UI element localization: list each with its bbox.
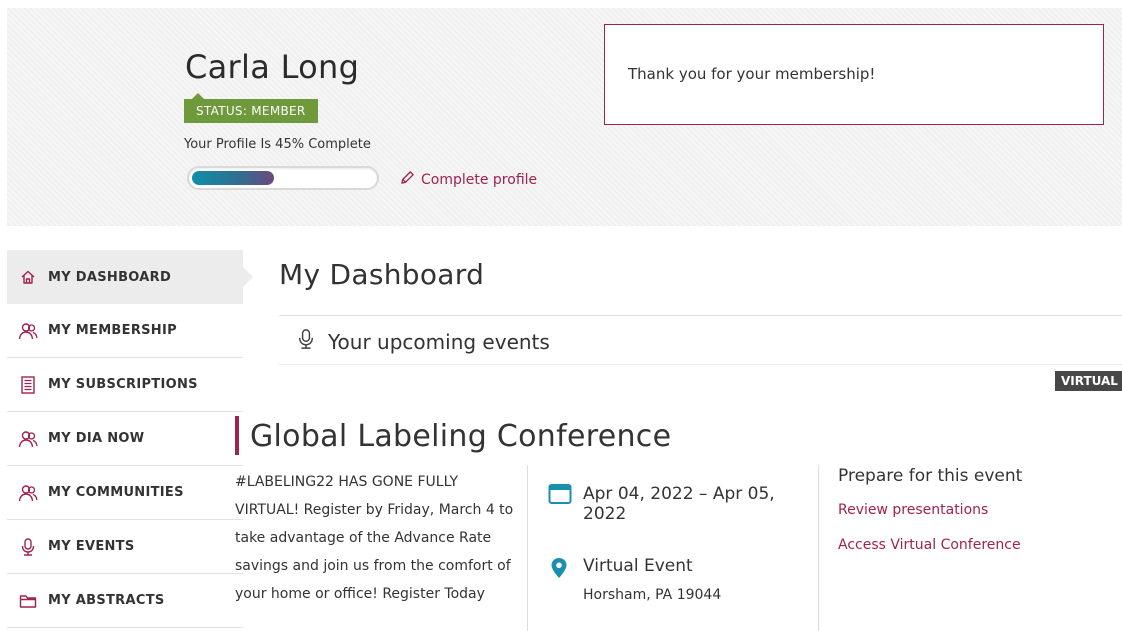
sidebar-item-subscriptions[interactable]: MY SUBSCRIPTIONS [7,358,243,412]
profile-progress-fill [192,171,274,185]
thank-you-message: Thank you for your membership! [628,65,876,83]
column-divider [818,465,819,631]
profile-completion-text: Your Profile Is 45% Complete [184,137,371,152]
people-icon [18,483,38,503]
event-address: Horsham, PA 19044 [583,587,722,603]
sidebar-item-abstracts[interactable]: MY ABSTRACTS [7,574,243,628]
sidebar-item-events[interactable]: MY EVENTS [7,520,243,574]
sidebar-nav: MY DASHBOARD MY MEMBERSHIP MY SUBSCRIPTI… [7,250,253,628]
sidebar-item-dia-now[interactable]: MY DIA NOW [7,412,243,466]
profile-progress-bar [187,166,379,190]
location-pin-icon [550,557,568,583]
access-virtual-conference-link[interactable]: Access Virtual Conference [838,537,1021,553]
sidebar-item-membership[interactable]: MY MEMBERSHIP [7,304,243,358]
prepare-heading: Prepare for this event [838,466,1023,486]
sidebar-item-label: MY DASHBOARD [48,269,172,285]
page-title: My Dashboard [279,258,485,291]
event-date: Apr 04, 2022 – Apr 05, 2022 [583,484,775,524]
member-name: Carla Long [185,48,360,86]
calendar-icon [548,483,572,509]
sidebar-item-label: MY SUBSCRIPTIONS [48,377,198,392]
review-presentations-link[interactable]: Review presentations [838,502,988,518]
complete-profile-link[interactable]: Complete profile [400,170,537,189]
sidebar-item-communities[interactable]: MY COMMUNITIES [7,466,243,520]
document-icon [18,375,38,395]
sidebar-item-label: MY DIA NOW [48,431,145,446]
event-title[interactable]: Global Labeling Conference [250,419,671,454]
divider [279,364,1122,365]
sidebar-item-label: MY EVENTS [48,539,135,554]
event-venue: Virtual Event [583,556,693,576]
thank-you-box: Thank you for your membership! [604,24,1104,125]
event-type-tag: VIRTUAL [1055,371,1122,391]
status-badge: STATUS: MEMBER [184,93,318,123]
microphone-icon [18,537,38,557]
home-icon [18,267,38,287]
divider [279,315,1122,316]
sidebar-item-dashboard[interactable]: MY DASHBOARD [7,250,253,304]
sidebar-item-label: MY MEMBERSHIP [48,323,177,338]
column-divider [527,465,528,631]
sidebar-item-label: MY ABSTRACTS [48,593,165,608]
people-icon [18,429,38,449]
upcoming-events-label: Your upcoming events [328,329,550,354]
people-icon [18,321,38,341]
pencil-icon [400,170,415,189]
complete-profile-label: Complete profile [421,171,538,188]
event-description: #LABELING22 HAS GONE FULLY VIRTUAL! Regi… [235,474,514,602]
sidebar-item-label: MY COMMUNITIES [48,485,184,500]
microphone-icon [298,328,314,355]
folder-icon [18,591,38,611]
upcoming-events-heading: Your upcoming events [298,328,550,355]
event-accent-bar [235,416,239,455]
